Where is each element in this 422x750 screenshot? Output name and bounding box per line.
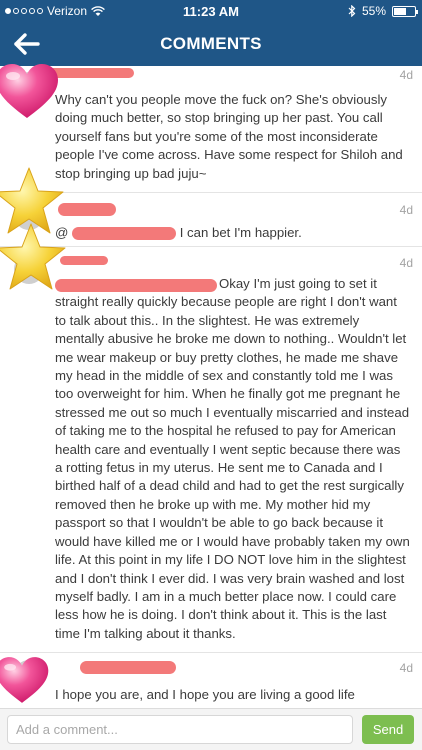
- comment-age: 4d: [399, 203, 413, 217]
- page-title: COMMENTS: [160, 34, 262, 53]
- comment-text: Okay I'm just going to set it straight r…: [55, 276, 410, 641]
- nav-bar: COMMENTS: [0, 22, 422, 66]
- battery-percent: 55%: [361, 4, 386, 18]
- comment-text-body: I can bet I'm happier.: [179, 225, 302, 240]
- comment-age: 4d: [399, 256, 413, 270]
- send-button[interactable]: Send: [362, 715, 414, 744]
- heart-sticker-icon: [0, 657, 49, 703]
- star-sticker-icon: [0, 223, 66, 290]
- redacted-mention[interactable]: [72, 227, 177, 241]
- comment-composer: Send: [0, 708, 422, 750]
- comment-item: 4d Okay I'm just going to set it straigh…: [0, 247, 422, 653]
- battery-fill: [394, 7, 407, 15]
- redacted-username: [58, 203, 116, 216]
- heart-sticker-icon: [0, 64, 58, 118]
- comment-input[interactable]: [7, 715, 353, 744]
- top-bar: Verizon 11:23 AM 55% COMMENTS: [0, 0, 422, 66]
- comment-age: 4d: [399, 68, 413, 82]
- status-right: 55%: [348, 4, 418, 18]
- comments-list[interactable]: 4d Why can't you people move the fuck on…: [0, 66, 422, 708]
- redacted-username: [48, 68, 134, 78]
- bluetooth-icon: [348, 5, 356, 17]
- comment-item: 4d I hope you are, and I hope you are li…: [0, 653, 422, 708]
- redacted-username: [80, 661, 176, 674]
- comment-text: I hope you are, and I hope you are livin…: [55, 687, 355, 702]
- status-bar: Verizon 11:23 AM 55%: [0, 0, 422, 22]
- comment-text: Why can't you people move the fuck on? S…: [55, 92, 403, 181]
- comment-text: @ I can bet I'm happier.: [55, 224, 410, 242]
- comment-age: 4d: [399, 661, 413, 675]
- battery-icon: [392, 5, 418, 17]
